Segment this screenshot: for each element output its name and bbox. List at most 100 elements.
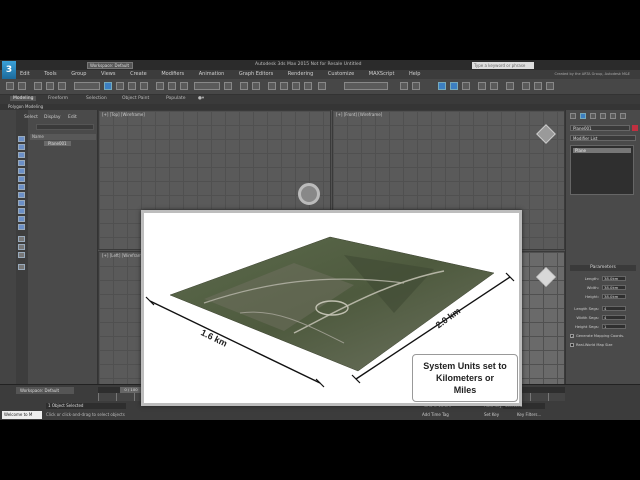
display-all-icon[interactable] [18,236,25,242]
param-width-input[interactable]: 38.0km [602,285,626,290]
workspace-bottom-dropdown[interactable]: Workspace: Default [16,387,74,394]
parameters-rollout-title[interactable]: Parameters [570,265,636,271]
curve-editor-icon[interactable] [478,82,486,90]
workspace-dropdown[interactable]: Workspace: Default [87,62,133,69]
explorer-column-name[interactable]: Name [30,134,96,140]
display-tab-icon[interactable] [610,113,616,119]
ribbon-toggle-icon[interactable] [462,82,470,90]
display-cameras-icon[interactable] [18,160,25,166]
scene-explorer-icon[interactable] [438,82,446,90]
display-containers-icon[interactable] [18,208,25,214]
scale-icon[interactable] [180,82,188,90]
maxscript-listener-input[interactable]: Welcome to M [2,411,42,419]
explorer-item-label[interactable]: Plane001 [44,141,71,146]
explorer-search-input[interactable] [36,124,94,130]
motion-tab-icon[interactable] [600,113,606,119]
viewport-front-label[interactable]: [+] [Front] [Wireframe] [336,112,382,117]
key-filters-button[interactable]: Key Filters... [517,412,541,417]
angle-snap-icon[interactable] [280,82,288,90]
hierarchy-tab-icon[interactable] [590,113,596,119]
generate-mapping-coords-checkbox[interactable]: ✓ Generate Mapping Coords. [570,334,636,339]
select-object-icon[interactable] [104,82,112,90]
object-name-field[interactable]: Plane001 [570,125,630,131]
display-none-icon[interactable] [18,244,25,250]
display-space-warps-icon[interactable] [18,176,25,182]
spinner-snap-icon[interactable] [304,82,312,90]
menu-item-views[interactable]: Views [101,70,115,79]
rotate-icon[interactable] [168,82,176,90]
modifier-list-dropdown[interactable]: Modifier List [570,135,636,141]
viewcube-front-icon[interactable] [536,124,556,144]
tab-object-paint[interactable]: Object Paint [122,96,149,101]
viewport-left-label[interactable]: [+] [Left] [Wireframe] [102,253,146,258]
layer-explorer-icon[interactable] [450,82,458,90]
ribbon-options-icon[interactable]: ●▾ [198,96,204,101]
snaps-toggle-icon[interactable] [268,82,276,90]
undo-icon[interactable] [6,82,14,90]
tab-freeform[interactable]: Freeform [48,96,68,101]
param-height-segs-input[interactable]: 1 [602,324,626,329]
create-tab-icon[interactable] [570,113,576,119]
menu-item-graph-editors[interactable]: Graph Editors [239,70,273,79]
window-crossing-icon[interactable] [140,82,148,90]
explorer-tab-edit[interactable]: Edit [68,115,77,120]
menu-item-tools[interactable]: Tools [44,70,56,79]
mirror-icon[interactable] [400,82,408,90]
redo-icon[interactable] [18,82,26,90]
param-length-input[interactable]: 38.0km [602,276,626,281]
param-length-segs-input[interactable]: 4 [602,306,626,311]
menu-item-edit[interactable]: Edit [20,70,30,79]
menu-item-help[interactable]: Help [409,70,420,79]
explorer-tab-display[interactable]: Display [44,115,61,120]
menu-item-create[interactable]: Create [130,70,147,79]
rendered-frame-window-icon[interactable] [534,82,542,90]
param-height-input[interactable]: 38.0km [602,294,626,299]
unlink-icon[interactable] [46,82,54,90]
reference-coordinate-dropdown[interactable] [194,82,220,90]
render-setup-icon[interactable] [522,82,530,90]
display-groups-icon[interactable] [18,184,25,190]
edit-named-selection-icon[interactable] [318,82,326,90]
selection-filter-dropdown[interactable] [74,82,100,90]
menu-item-animation[interactable]: Animation [199,70,225,79]
display-helpers-icon[interactable] [18,168,25,174]
display-xrefs-icon[interactable] [18,192,25,198]
explorer-tab-select[interactable]: Select [24,115,38,120]
checkbox-checked-icon[interactable]: ✓ [570,334,574,339]
menu-item-maxscript[interactable]: MAXScript [369,70,395,79]
object-color-swatch[interactable] [632,125,638,131]
set-key-button[interactable]: Set Key [484,412,499,417]
display-bones-icon[interactable] [18,200,25,206]
menu-item-group[interactable]: Group [71,70,86,79]
menu-item-rendering[interactable]: Rendering [288,70,314,79]
menu-item-modifiers[interactable]: Modifiers [161,70,184,79]
select-by-name-icon[interactable] [116,82,124,90]
modify-tab-icon[interactable] [580,113,586,119]
filter-icon[interactable] [18,264,25,270]
modifier-stack-item[interactable]: Plane [573,148,631,153]
render-production-icon[interactable] [546,82,554,90]
param-width-segs-input[interactable]: 4 [602,315,626,320]
tab-modeling[interactable]: Modeling [10,96,37,101]
display-geometry-icon[interactable] [18,136,25,142]
keyboard-shortcut-icon[interactable] [252,82,260,90]
display-frozen-icon[interactable] [18,216,25,222]
real-world-map-size-checkbox[interactable]: Real-World Map Size [570,343,636,347]
app-logo-icon[interactable]: 3 [2,61,16,79]
tab-populate[interactable]: Populate [166,96,186,101]
viewcube-perspective-icon[interactable] [536,267,556,287]
named-selection-sets-dropdown[interactable] [344,82,388,90]
material-editor-icon[interactable] [506,82,514,90]
tab-selection[interactable]: Selection [86,96,107,101]
link-icon[interactable] [34,82,42,90]
utilities-tab-icon[interactable] [620,113,626,119]
viewport-top-label[interactable]: [+] [Top] [Wireframe] [102,112,145,117]
select-manipulate-icon[interactable] [240,82,248,90]
explorer-row[interactable]: Plane001 [30,141,96,147]
ribbon-panel-label[interactable]: Polygon Modeling [8,104,43,109]
display-shapes-icon[interactable] [18,144,25,150]
align-icon[interactable] [412,82,420,90]
bind-space-warp-icon[interactable] [58,82,66,90]
rectangle-region-icon[interactable] [128,82,136,90]
pivot-center-icon[interactable] [224,82,232,90]
